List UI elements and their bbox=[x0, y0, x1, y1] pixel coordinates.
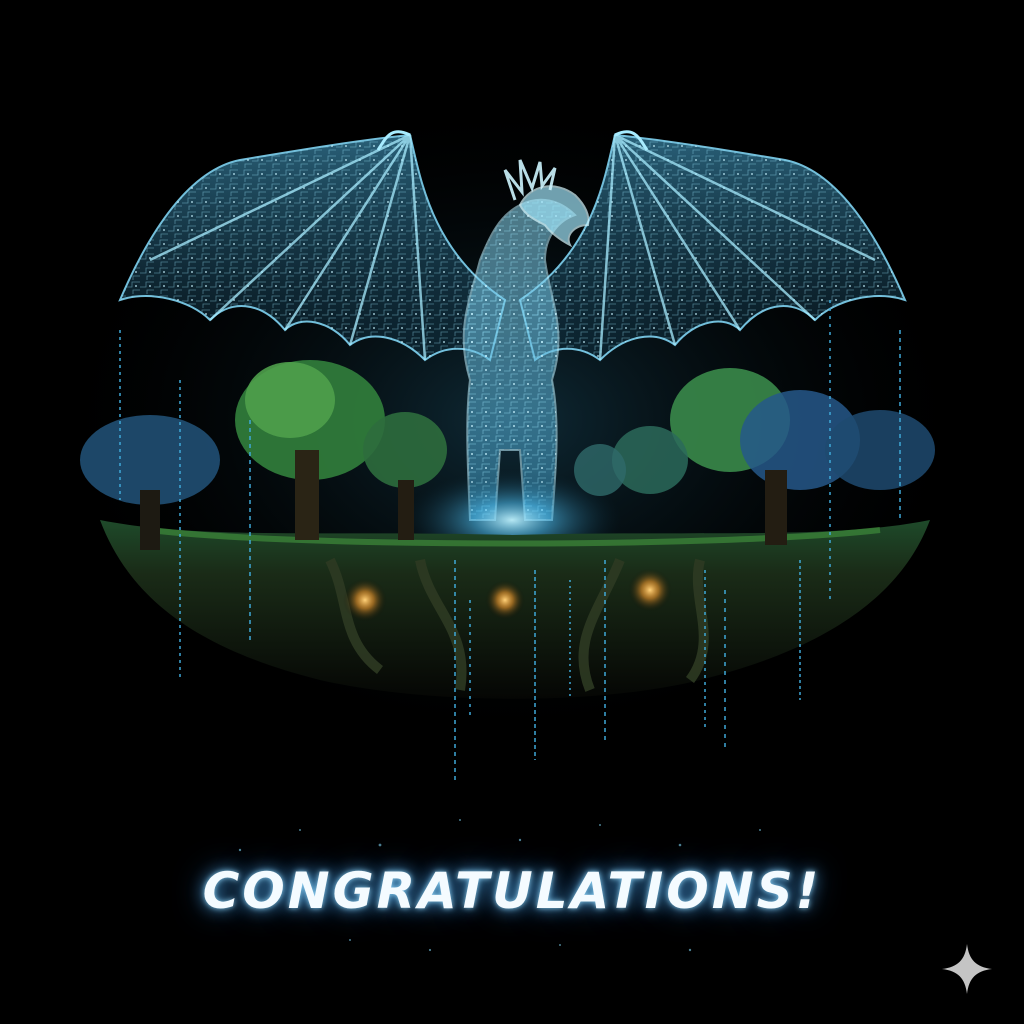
sparkle-icon bbox=[940, 942, 994, 996]
congratulations-headline: CONGRATULATIONS! bbox=[202, 862, 822, 920]
lantern-glow bbox=[343, 578, 387, 622]
lantern-glow bbox=[485, 580, 525, 620]
lantern-glow bbox=[628, 568, 672, 612]
